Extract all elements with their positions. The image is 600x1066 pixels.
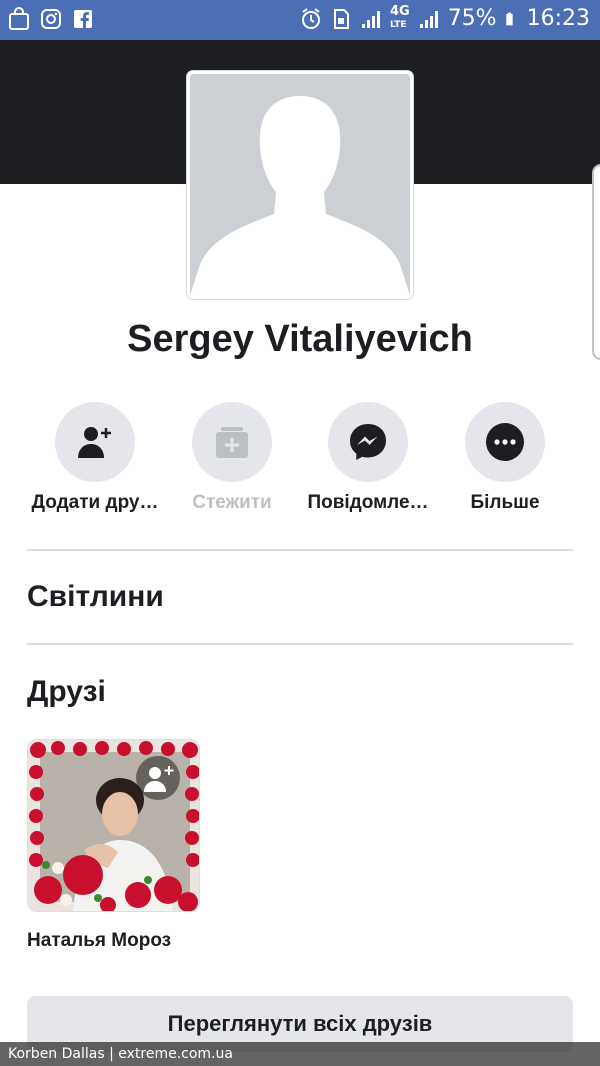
- add-friend-button[interactable]: Додати дру…: [20, 402, 170, 514]
- profile-picture[interactable]: [187, 71, 413, 299]
- add-friend-icon: [78, 427, 111, 458]
- follow-button[interactable]: Стежити: [157, 402, 307, 514]
- shopping-bag-icon: [9, 7, 29, 30]
- friends-section-title[interactable]: Друзі: [27, 675, 106, 709]
- instagram-icon: [41, 9, 61, 29]
- status-bar: 4G LTE 75% 16:23: [0, 0, 600, 40]
- message-button[interactable]: Повідомле…: [293, 402, 443, 514]
- friend-name[interactable]: Наталья Мороз: [27, 930, 171, 952]
- sim-icon: [333, 8, 349, 29]
- more-label: Більше: [470, 492, 540, 513]
- network-label: 4G LTE: [389, 4, 410, 30]
- message-label: Повідомле…: [307, 492, 429, 513]
- alarm-icon: [301, 7, 320, 29]
- add-friend-label: Додати дру…: [31, 492, 159, 513]
- follow-icon: [216, 427, 248, 458]
- signal-icon: [361, 10, 380, 28]
- photos-section-title[interactable]: Світлини: [27, 580, 164, 614]
- facebook-icon: [74, 10, 92, 28]
- battery-percent: 75%: [447, 6, 497, 31]
- messenger-icon: [350, 424, 386, 460]
- more-button[interactable]: Більше: [430, 402, 580, 514]
- profile-name: Sergey Vitaliyevich: [127, 318, 473, 360]
- clock: 16:23: [526, 6, 590, 31]
- friend-card-photo[interactable]: [27, 739, 200, 912]
- more-icon: [486, 423, 524, 461]
- battery-icon: [505, 12, 513, 25]
- watermark: Korben Dallas | extreme.com.ua: [0, 1042, 600, 1066]
- default-avatar-icon: [190, 74, 410, 296]
- divider: [27, 643, 573, 645]
- divider: [27, 549, 573, 551]
- follow-label: Стежити: [192, 492, 272, 513]
- friend-photo: [28, 740, 199, 911]
- signal-icon: [419, 10, 438, 28]
